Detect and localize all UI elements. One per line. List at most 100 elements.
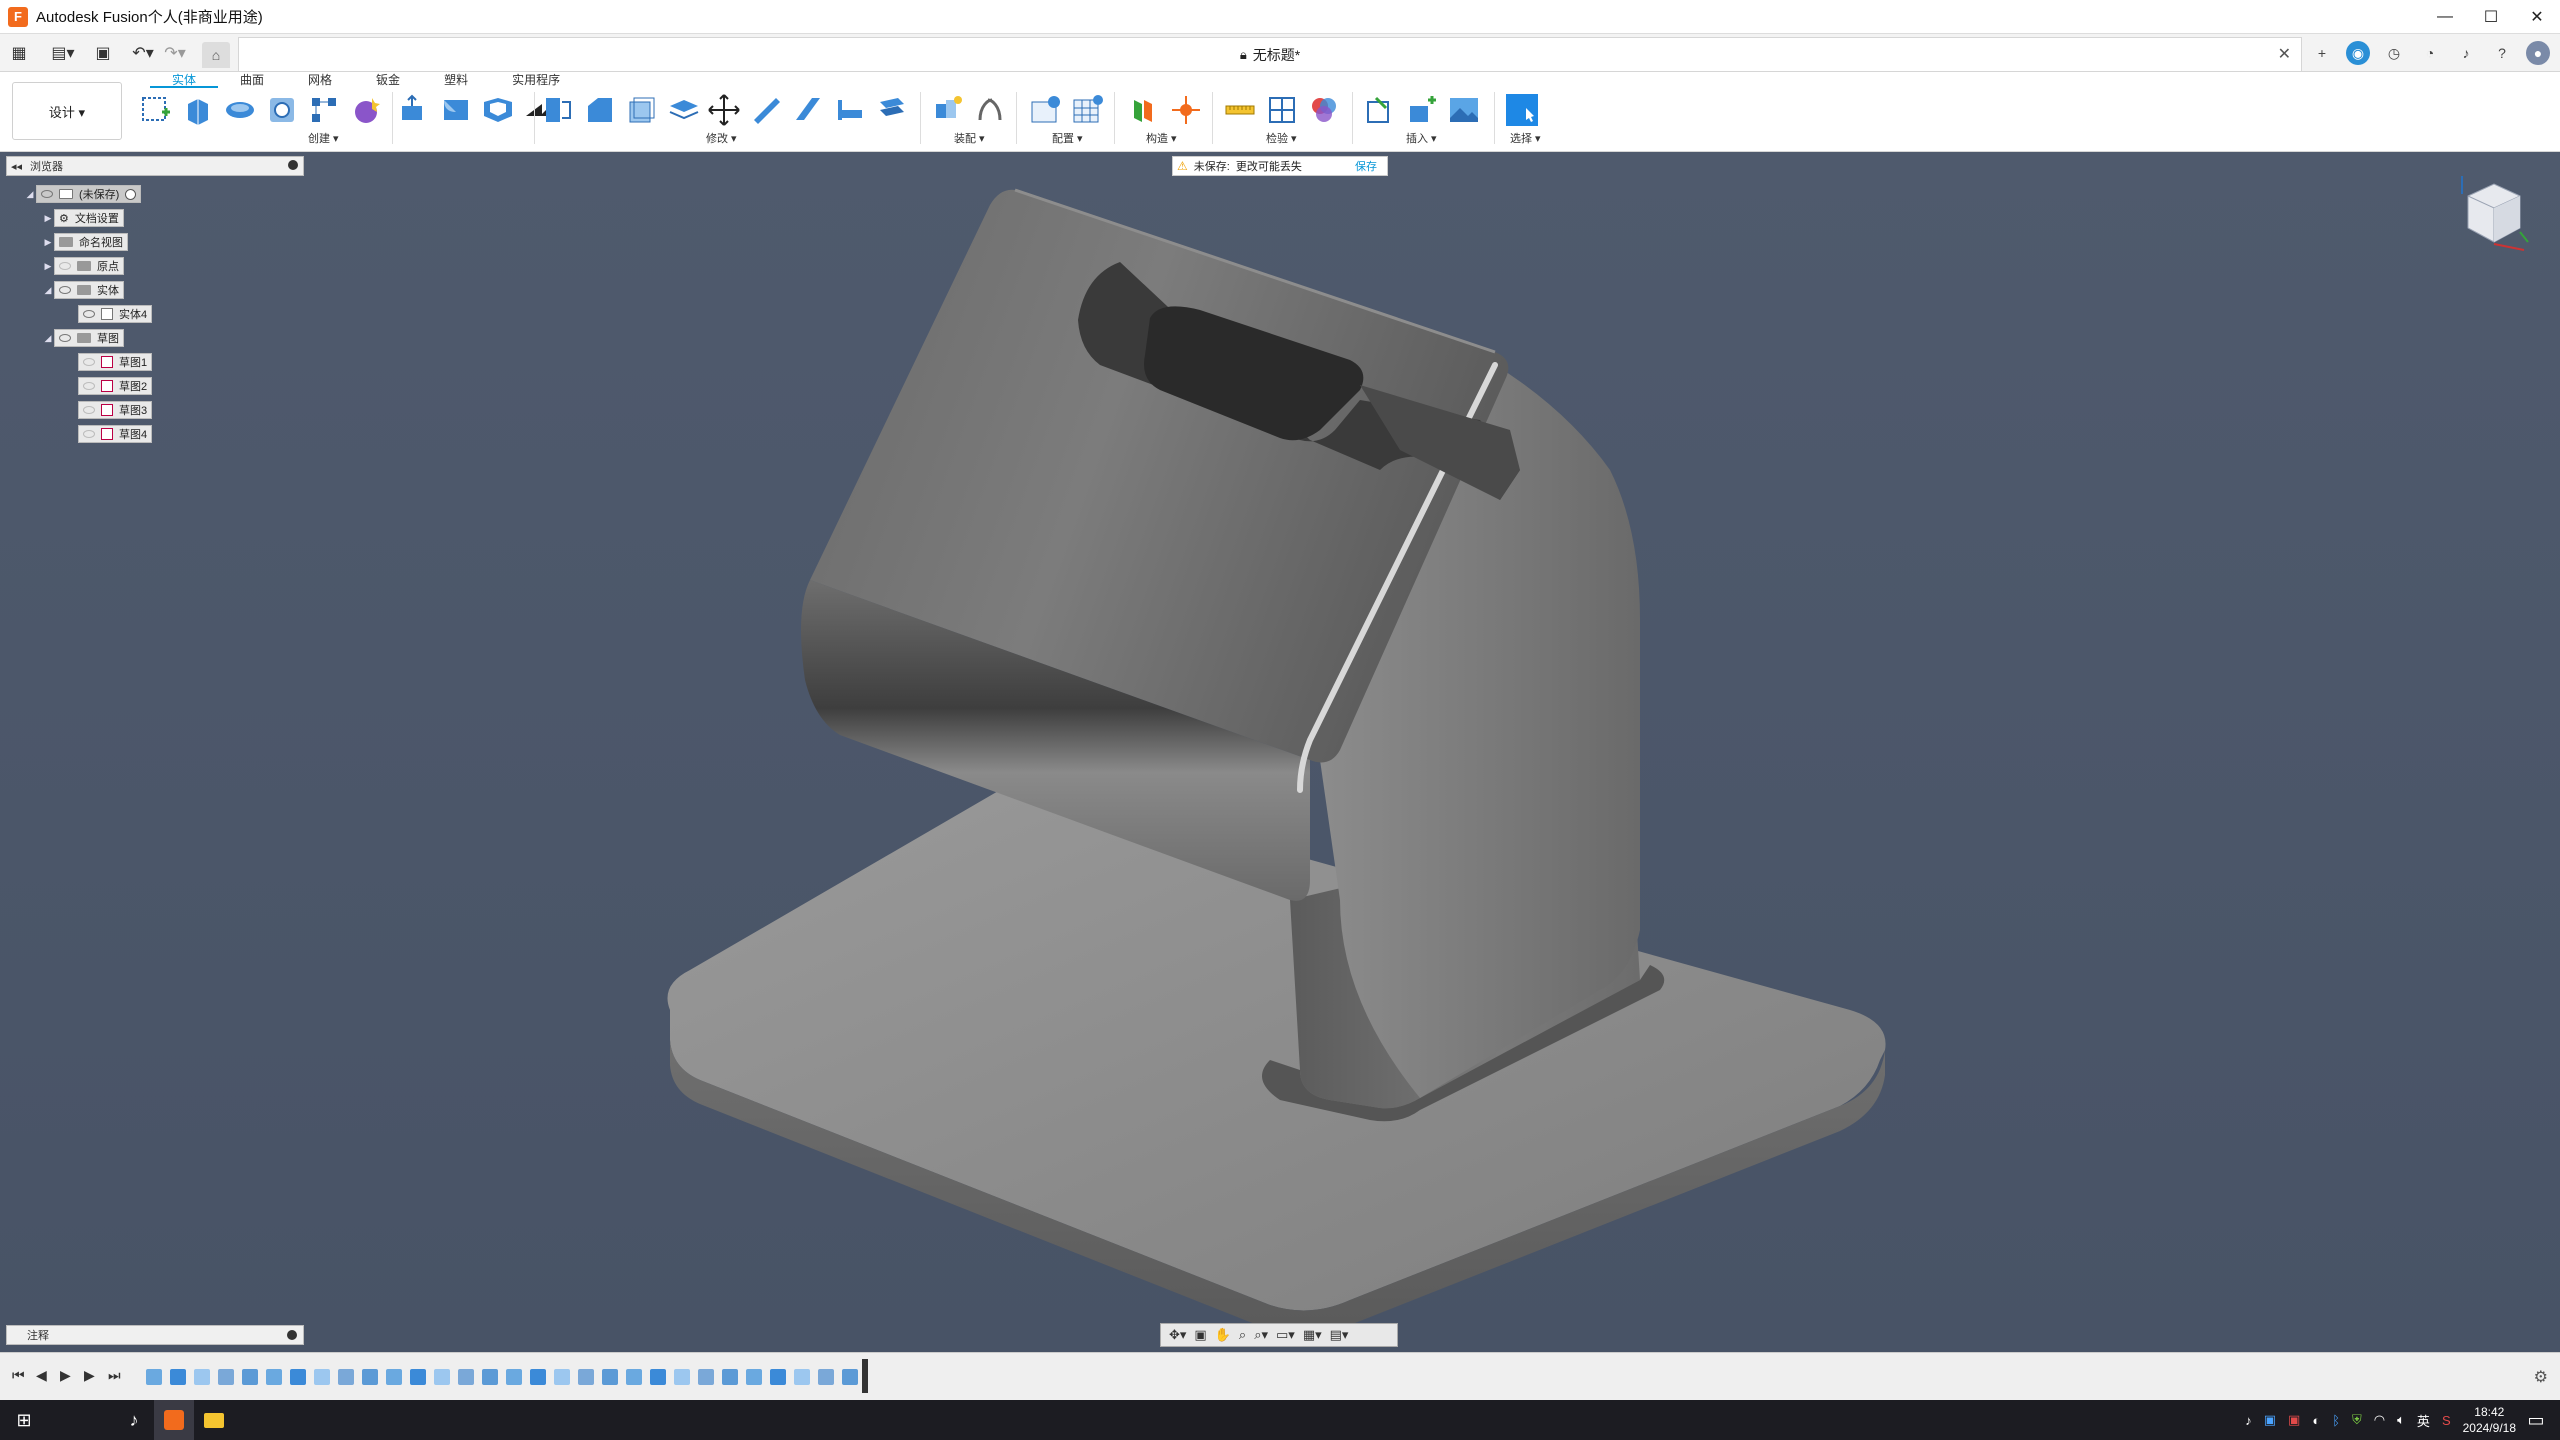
new-tab-icon[interactable]: +: [2310, 41, 2334, 65]
offset-plane-icon[interactable]: [1126, 92, 1162, 128]
sketch3-node[interactable]: 草图3: [78, 401, 153, 419]
workspace-switcher[interactable]: 设计 ▾: [12, 82, 122, 140]
timeline-feature[interactable]: [698, 1369, 714, 1385]
redo-icon[interactable]: ↷▾: [162, 39, 188, 67]
timeline-feature[interactable]: [146, 1369, 162, 1385]
help-icon[interactable]: ?: [2490, 41, 2514, 65]
tab-plastic[interactable]: 塑料: [422, 72, 490, 88]
clock[interactable]: 18:42 2024/9/18: [2463, 1404, 2516, 1436]
tray-tiktok-icon[interactable]: ♪: [2245, 1413, 2252, 1428]
modify-group-label[interactable]: 修改 ▾: [706, 130, 737, 146]
configure-group-label[interactable]: 配置 ▾: [1052, 130, 1083, 146]
timeline-feature[interactable]: [362, 1369, 378, 1385]
visibility-eye-icon[interactable]: [59, 334, 71, 342]
timeline-feature[interactable]: [722, 1369, 738, 1385]
timeline-feature[interactable]: [170, 1369, 186, 1385]
appearance-icon[interactable]: [874, 92, 910, 128]
timeline-feature[interactable]: [410, 1369, 426, 1385]
user-avatar-icon[interactable]: ●: [2526, 41, 2550, 65]
previous-step-icon[interactable]: ◀: [36, 1367, 47, 1384]
extensions-icon[interactable]: ◉: [2346, 41, 2370, 65]
revolve-icon[interactable]: [222, 92, 258, 128]
jobs-status-icon[interactable]: ◔: [2418, 41, 2442, 65]
tree-node-sketch4[interactable]: 草图4: [78, 424, 153, 444]
tab-utilities[interactable]: 实用程序: [490, 72, 582, 88]
3d-model-phone-stand[interactable]: [0, 152, 2560, 1352]
select-group-label[interactable]: 选择 ▾: [1510, 130, 1541, 146]
visibility-eye-icon[interactable]: [41, 190, 53, 198]
canvas-image-icon[interactable]: [1446, 92, 1482, 128]
expand-arrow-icon[interactable]: ▶: [42, 237, 54, 248]
insert-mesh-icon[interactable]: [1404, 92, 1440, 128]
joint-icon[interactable]: [972, 92, 1008, 128]
search-icon[interactable]: [44, 1400, 64, 1440]
orbit-icon[interactable]: ✥▾: [1169, 1327, 1186, 1343]
tree-node-origin[interactable]: ▶ 原点: [42, 256, 124, 276]
input-language[interactable]: 英: [2417, 1411, 2430, 1430]
tree-node-sketch1[interactable]: 草图1: [78, 352, 153, 372]
timeline-feature[interactable]: [482, 1369, 498, 1385]
visibility-eye-icon[interactable]: [83, 310, 95, 318]
collapse-browser-icon[interactable]: ◂◂: [11, 160, 22, 173]
assemble-group-label[interactable]: 装配 ▾: [954, 130, 985, 146]
close-tab-icon[interactable]: ✕: [2278, 44, 2291, 64]
save-icon[interactable]: ▣: [90, 39, 116, 67]
expand-arrow-icon[interactable]: ▶: [42, 213, 54, 224]
tab-sheet-metal[interactable]: 钣金: [354, 72, 422, 88]
sketches-node[interactable]: 草图: [54, 329, 124, 347]
timeline-marker[interactable]: [862, 1359, 868, 1393]
timeline-feature[interactable]: [842, 1369, 858, 1385]
timeline-feature[interactable]: [434, 1369, 450, 1385]
maximize-button[interactable]: ☐: [2468, 0, 2514, 34]
replace-face-icon[interactable]: [666, 92, 702, 128]
expand-arrow-icon[interactable]: ◢: [42, 333, 54, 344]
save-link[interactable]: 保存: [1355, 158, 1377, 174]
timeline-feature[interactable]: [338, 1369, 354, 1385]
gear-icon[interactable]: ⚙: [2534, 1367, 2548, 1387]
timeline-feature[interactable]: [194, 1369, 210, 1385]
interference-icon[interactable]: [1264, 92, 1300, 128]
timeline-feature[interactable]: [506, 1369, 522, 1385]
close-window-button[interactable]: ✕: [2514, 0, 2560, 34]
tree-root[interactable]: ◢ (未保存): [24, 184, 142, 204]
file-menu-icon[interactable]: ▤▾: [50, 39, 76, 67]
select-tool-icon[interactable]: [1504, 92, 1540, 128]
timeline-feature[interactable]: [554, 1369, 570, 1385]
fusion-taskbar-icon[interactable]: [154, 1400, 194, 1440]
viewports-icon[interactable]: ▤▾: [1330, 1327, 1349, 1343]
construct-group-label[interactable]: 构造 ▾: [1146, 130, 1177, 146]
split-body-icon[interactable]: [540, 92, 576, 128]
sketch2-node[interactable]: 草图2: [78, 377, 153, 395]
pin-icon[interactable]: [287, 1330, 297, 1340]
tiktok-icon[interactable]: ♪: [114, 1400, 154, 1440]
timeline-feature[interactable]: [794, 1369, 810, 1385]
timeline-feature[interactable]: [818, 1369, 834, 1385]
physical-material-icon[interactable]: [832, 92, 868, 128]
scale-icon[interactable]: [624, 92, 660, 128]
look-at-icon[interactable]: ▣: [1194, 1327, 1206, 1343]
visibility-eye-icon[interactable]: [59, 262, 71, 270]
bluetooth-icon[interactable]: ᛒ: [2332, 1413, 2340, 1428]
insert-derive-icon[interactable]: [1362, 92, 1398, 128]
display-settings-icon[interactable]: ▭▾: [1276, 1327, 1295, 1343]
visibility-eye-icon[interactable]: [83, 358, 95, 366]
home-tab-icon[interactable]: ⌂: [202, 42, 230, 68]
volume-icon[interactable]: 🔈︎: [2397, 1412, 2405, 1428]
tray-app2-icon[interactable]: ◐: [2312, 1413, 2320, 1428]
fillet-icon[interactable]: [438, 92, 474, 128]
notification-center-icon[interactable]: ▭: [2516, 1400, 2556, 1440]
timeline-feature[interactable]: [578, 1369, 594, 1385]
notifications-icon[interactable]: ♪: [2454, 41, 2478, 65]
minimize-button[interactable]: —: [2422, 0, 2468, 34]
security-icon[interactable]: ⛨: [2352, 1412, 2362, 1428]
timeline-feature[interactable]: [218, 1369, 234, 1385]
expand-arrow-icon[interactable]: ◢: [24, 189, 36, 200]
tree-node-document-settings[interactable]: ▶ ⚙ 文档设置: [42, 208, 124, 228]
create-group-label[interactable]: 创建 ▾: [308, 130, 339, 146]
document-settings-node[interactable]: ⚙ 文档设置: [54, 209, 124, 227]
create-sketch-icon[interactable]: [138, 92, 174, 128]
named-views-node[interactable]: 命名视图: [54, 233, 128, 251]
tree-node-sketches[interactable]: ◢ 草图: [42, 328, 124, 348]
3d-viewport[interactable]: [0, 152, 2560, 1352]
tray-app-icon[interactable]: ▣: [2264, 1412, 2276, 1428]
